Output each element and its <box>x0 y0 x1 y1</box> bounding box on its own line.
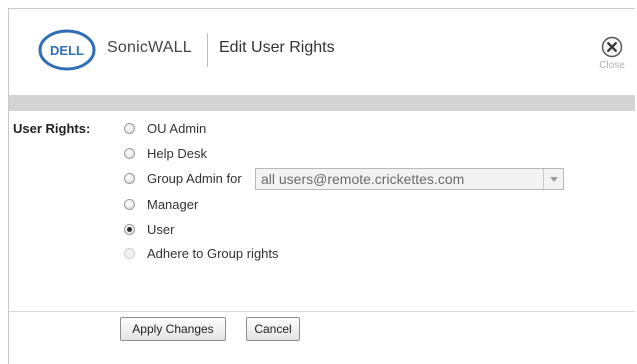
radio-user[interactable] <box>124 223 135 235</box>
option-manager[interactable]: Manager <box>123 195 198 213</box>
header-band <box>9 95 635 111</box>
footer-divider <box>9 311 635 312</box>
svg-text:DELL: DELL <box>50 43 84 58</box>
chevron-down-icon[interactable] <box>543 169 563 189</box>
close-button[interactable]: Close <box>595 36 629 80</box>
option-label: Manager <box>147 196 199 212</box>
radio-group-admin[interactable] <box>124 172 135 184</box>
option-label: OU Admin <box>147 120 207 136</box>
option-label: Group Admin for <box>147 170 242 186</box>
cancel-button[interactable]: Cancel <box>246 317 300 341</box>
radio-manager[interactable] <box>124 198 135 210</box>
option-label: Adhere to Group rights <box>147 245 279 261</box>
dell-logo: DELL <box>38 29 96 71</box>
close-icon <box>601 36 623 58</box>
radio-ou-admin[interactable] <box>124 122 135 134</box>
page-title: Edit User Rights <box>219 39 335 56</box>
brand-name: SonicWALL <box>107 39 192 56</box>
group-select[interactable]: all users@remote.crickettes.com <box>255 168 564 190</box>
option-help-desk[interactable]: Help Desk <box>123 144 207 162</box>
edit-user-rights-dialog: DELL SonicWALL Edit User Rights Close Us… <box>8 8 635 364</box>
option-adhere-group-rights: Adhere to Group rights <box>123 244 279 262</box>
close-label: Close <box>599 60 625 71</box>
option-label: User <box>147 221 175 237</box>
radio-adhere-group-rights <box>124 247 135 259</box>
option-label: Help Desk <box>147 145 207 161</box>
apply-changes-button[interactable]: Apply Changes <box>120 317 226 341</box>
dialog-header: DELL SonicWALL Edit User Rights Close <box>9 9 635 93</box>
option-group-admin[interactable]: Group Admin for <box>123 169 242 187</box>
option-user[interactable]: User <box>123 220 174 238</box>
user-rights-label: User Rights: <box>13 121 91 136</box>
option-ou-admin[interactable]: OU Admin <box>123 119 206 137</box>
header-divider <box>207 33 208 67</box>
user-rights-form: User Rights: OU Admin Help Desk Group Ad… <box>9 111 635 311</box>
radio-help-desk[interactable] <box>124 147 135 159</box>
group-select-value: all users@remote.crickettes.com <box>261 171 465 187</box>
